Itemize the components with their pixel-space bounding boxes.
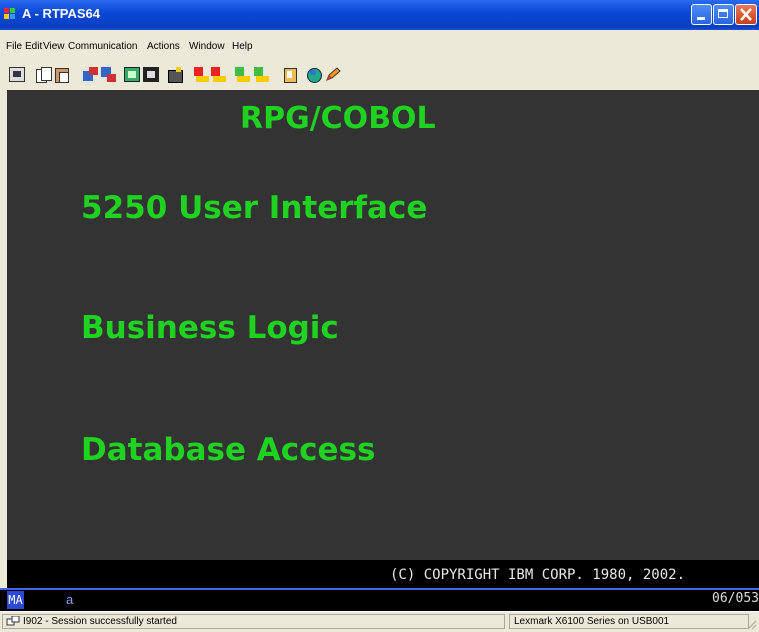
window-title: A - RTPAS64: [22, 6, 101, 21]
copyright-text: (C) COPYRIGHT IBM CORP. 1980, 2002.: [390, 567, 686, 583]
globe-icon[interactable]: [306, 67, 322, 83]
close-button[interactable]: [735, 4, 757, 25]
play-macro-icon[interactable]: [235, 67, 251, 82]
screen-heading: RPG/COBOL: [240, 101, 436, 136]
oia-mode-indicator: MA: [7, 591, 24, 609]
macro-icon[interactable]: [167, 67, 183, 83]
status-message-pane: I902 - Session successfully started: [2, 614, 505, 629]
session-icon: [6, 616, 20, 626]
menu-view[interactable]: View: [43, 41, 65, 52]
terminal-screen[interactable]: RPG/COBOL 5250 User Interface Business L…: [7, 90, 759, 560]
operator-info-area: MA a 06/053: [0, 588, 759, 611]
cursor-position: 06/053: [712, 591, 759, 606]
pencil-icon[interactable]: [325, 67, 341, 82]
status-bar: I902 - Session successfully started Lexm…: [0, 611, 759, 632]
screen-line-logic: Business Logic: [81, 310, 339, 346]
oia-input-indicator: a: [66, 592, 74, 607]
menu-communication[interactable]: Communication: [68, 41, 137, 52]
menu-edit[interactable]: Edit: [25, 41, 42, 52]
app-icon[interactable]: [4, 8, 16, 20]
display-icon[interactable]: [124, 67, 140, 82]
record-macro-icon[interactable]: [194, 67, 210, 82]
minimize-button[interactable]: [691, 4, 712, 25]
keypad-icon[interactable]: [143, 67, 159, 82]
menu-bar: File Edit View Communication Actions Win…: [0, 38, 759, 56]
maximize-button[interactable]: [713, 4, 734, 25]
copy-icon[interactable]: [36, 67, 52, 83]
screen-line-database: Database Access: [81, 432, 376, 468]
print-screen-icon[interactable]: [9, 67, 25, 82]
status-message: I902 - Session successfully started: [23, 616, 177, 627]
receive-icon[interactable]: [101, 67, 117, 82]
toolbar: [0, 60, 759, 90]
pause-macro-icon[interactable]: [254, 67, 270, 82]
minimize-icon: [697, 17, 705, 20]
title-bar: A - RTPAS64: [0, 0, 759, 30]
maximize-icon: [718, 9, 728, 18]
printer-name: Lexmark X6100 Series on USB001: [514, 616, 670, 627]
close-icon: [740, 8, 752, 21]
status-printer-pane: Lexmark X6100 Series on USB001: [509, 614, 749, 629]
send-icon[interactable]: [83, 67, 99, 82]
paste-icon[interactable]: [54, 67, 70, 83]
clipboard-icon[interactable]: [282, 67, 298, 83]
terminal-bottom-row: (C) COPYRIGHT IBM CORP. 1980, 2002.: [7, 560, 759, 588]
menu-file[interactable]: File: [6, 41, 22, 52]
menu-window[interactable]: Window: [189, 41, 225, 52]
screen-line-ui: 5250 User Interface: [81, 190, 428, 226]
resize-grip-icon[interactable]: [747, 620, 757, 630]
stop-macro-icon[interactable]: [211, 67, 227, 82]
menu-help[interactable]: Help: [232, 41, 253, 52]
menu-actions[interactable]: Actions: [147, 41, 180, 52]
